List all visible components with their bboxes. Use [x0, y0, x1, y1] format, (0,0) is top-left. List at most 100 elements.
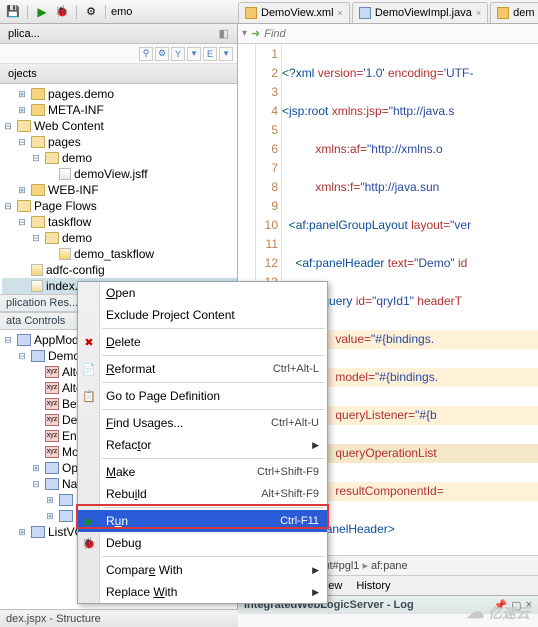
cloud-icon: ☁ — [466, 602, 484, 623]
run-icon[interactable]: ▶ — [33, 3, 51, 21]
view-icon — [31, 526, 45, 538]
tree-node[interactable]: Web Content — [34, 118, 104, 134]
collapse-icon[interactable]: ⊟ — [16, 350, 28, 362]
folder-icon — [59, 510, 73, 522]
reformat-icon: 📄 — [81, 361, 97, 377]
project-tree[interactable]: ⊞ pages.demo ⊞ META-INF ⊟ Web Content ⊟ page… — [0, 84, 237, 294]
taskflow-file-icon — [59, 248, 71, 260]
java-file-icon — [359, 7, 371, 19]
tree-node[interactable]: taskflow — [48, 214, 91, 230]
xml-file-icon — [497, 7, 509, 19]
attr-icon: xyz — [45, 414, 59, 426]
collapse-icon[interactable]: ⊟ — [30, 152, 42, 164]
folder-icon — [31, 88, 45, 100]
menu-compare[interactable]: Compare With▶ — [78, 559, 327, 581]
folder-open-icon — [17, 120, 31, 132]
subtab-history[interactable]: History — [349, 577, 397, 595]
folder-open-icon — [31, 216, 45, 228]
tree-node[interactable]: adfc-config — [46, 262, 105, 278]
filter-toolbar: ⚲ ⚙ Y ▾ E ▾ — [0, 44, 237, 64]
filter-icon[interactable]: E — [203, 47, 217, 61]
collapse-icon[interactable]: ⊟ — [30, 478, 42, 490]
filter-icon[interactable]: ⚲ — [139, 47, 153, 61]
menu-replace[interactable]: Replace With▶ — [78, 581, 327, 603]
attr-icon: xyz — [45, 398, 59, 410]
editor-tab[interactable]: DemoViewImpl.java× — [352, 2, 488, 23]
menu-make[interactable]: MakeCtrl+Shift-F9 — [78, 461, 327, 483]
run-icon: ▶ — [81, 513, 97, 529]
folder-open-icon — [17, 200, 31, 212]
submenu-arrow-icon: ▶ — [312, 440, 319, 451]
folder-open-icon — [45, 232, 59, 244]
toolbar-btn[interactable]: 💾 — [4, 3, 22, 21]
jsff-file-icon — [59, 168, 71, 180]
expand-icon[interactable]: ⊞ — [16, 526, 28, 538]
view-icon — [59, 494, 73, 506]
close-icon[interactable]: × — [476, 8, 481, 18]
menu-findusages[interactable]: Find Usages...Ctrl+Alt-U — [78, 412, 327, 434]
navigator-tabs: plica... ◧ — [0, 24, 237, 44]
expand-icon[interactable]: ⊞ — [16, 104, 28, 116]
menu-refactor[interactable]: Refactor▶ — [78, 434, 327, 456]
tree-node[interactable]: pages — [48, 134, 81, 150]
tree-node[interactable]: demo — [62, 150, 92, 166]
filter-icon[interactable]: ⚙ — [155, 47, 169, 61]
folder-icon — [31, 104, 45, 116]
tree-node[interactable]: demo_taskflow — [74, 246, 154, 262]
collapse-icon[interactable]: ⊟ — [30, 232, 42, 244]
tree-node[interactable]: demoView.jsff — [74, 166, 148, 182]
tree-node[interactable]: Page Flows — [34, 198, 97, 214]
menu-exclude[interactable]: Exclude Project Content — [78, 304, 327, 326]
menu-debug[interactable]: 🐞Debug — [78, 532, 327, 554]
folder-open-icon — [31, 136, 45, 148]
editor-tabs: DemoView.xml× DemoViewImpl.java× dem — [238, 0, 538, 24]
menu-run[interactable]: ▶RunCtrl-F11 — [78, 510, 327, 532]
editor-tab[interactable]: DemoView.xml× — [238, 2, 350, 23]
close-icon[interactable]: × — [338, 8, 343, 18]
expand-icon[interactable]: ⊞ — [44, 494, 56, 506]
datacontrol-icon — [17, 334, 31, 346]
editor-tab[interactable]: dem — [490, 2, 538, 23]
xml-file-icon — [245, 7, 257, 19]
collapse-icon[interactable]: ⊟ — [16, 136, 28, 148]
jspx-file-icon — [31, 280, 43, 292]
breadcrumb: emo — [111, 6, 132, 18]
tree-node[interactable]: demo — [62, 230, 92, 246]
structure-title: dex.jspx - Structure — [0, 609, 238, 627]
filter-icon[interactable]: ▾ — [187, 47, 201, 61]
filter-icon[interactable]: ▾ — [219, 47, 233, 61]
delete-icon: ✖ — [81, 334, 97, 350]
attr-icon: xyz — [45, 446, 59, 458]
pagedef-icon: 📋 — [81, 388, 97, 404]
filter-icon[interactable]: Y — [171, 47, 185, 61]
menu-pagedef[interactable]: 📋Go to Page Definition — [78, 385, 327, 407]
menu-reformat[interactable]: 📄ReformatCtrl+Alt-L — [78, 358, 327, 380]
collapse-icon[interactable]: ⊟ — [16, 216, 28, 228]
projects-tab: ojects — [0, 64, 237, 84]
expand-icon[interactable]: ⊞ — [16, 88, 28, 100]
expand-icon[interactable]: ⊞ — [44, 510, 56, 522]
chevron-down-icon[interactable]: ▾ — [242, 28, 247, 39]
menu-delete[interactable]: ✖Delete — [78, 331, 327, 353]
menu-rebuild[interactable]: RebuildAlt+Shift-F9 — [78, 483, 327, 505]
collapse-icon[interactable]: ⊟ — [2, 120, 14, 132]
expand-icon[interactable]: ⊞ — [30, 462, 42, 474]
toolbar-btn[interactable]: ⚙ — [82, 3, 100, 21]
debug-icon: 🐞 — [81, 535, 97, 551]
collapse-icon[interactable]: ⊟ — [2, 200, 14, 212]
tree-node[interactable]: META-INF — [48, 102, 104, 118]
find-input[interactable] — [264, 28, 534, 40]
next-icon[interactable]: ➜ — [251, 27, 260, 40]
debug-icon[interactable]: 🐞 — [53, 3, 71, 21]
submenu-arrow-icon: ▶ — [312, 587, 319, 598]
breadcrumb-item[interactable]: af:pane — [371, 560, 408, 572]
collapse-icon[interactable]: ⊟ — [2, 334, 14, 346]
submenu-arrow-icon: ▶ — [312, 565, 319, 576]
tree-node[interactable]: pages.demo — [48, 86, 114, 102]
menu-open[interactable]: Open — [78, 282, 327, 304]
tree-node[interactable]: WEB-INF — [48, 182, 99, 198]
tab-applications[interactable]: plica... — [2, 28, 46, 40]
watermark: ☁亿速云 — [466, 602, 530, 623]
folder-icon — [45, 462, 59, 474]
expand-icon[interactable]: ⊞ — [16, 184, 28, 196]
